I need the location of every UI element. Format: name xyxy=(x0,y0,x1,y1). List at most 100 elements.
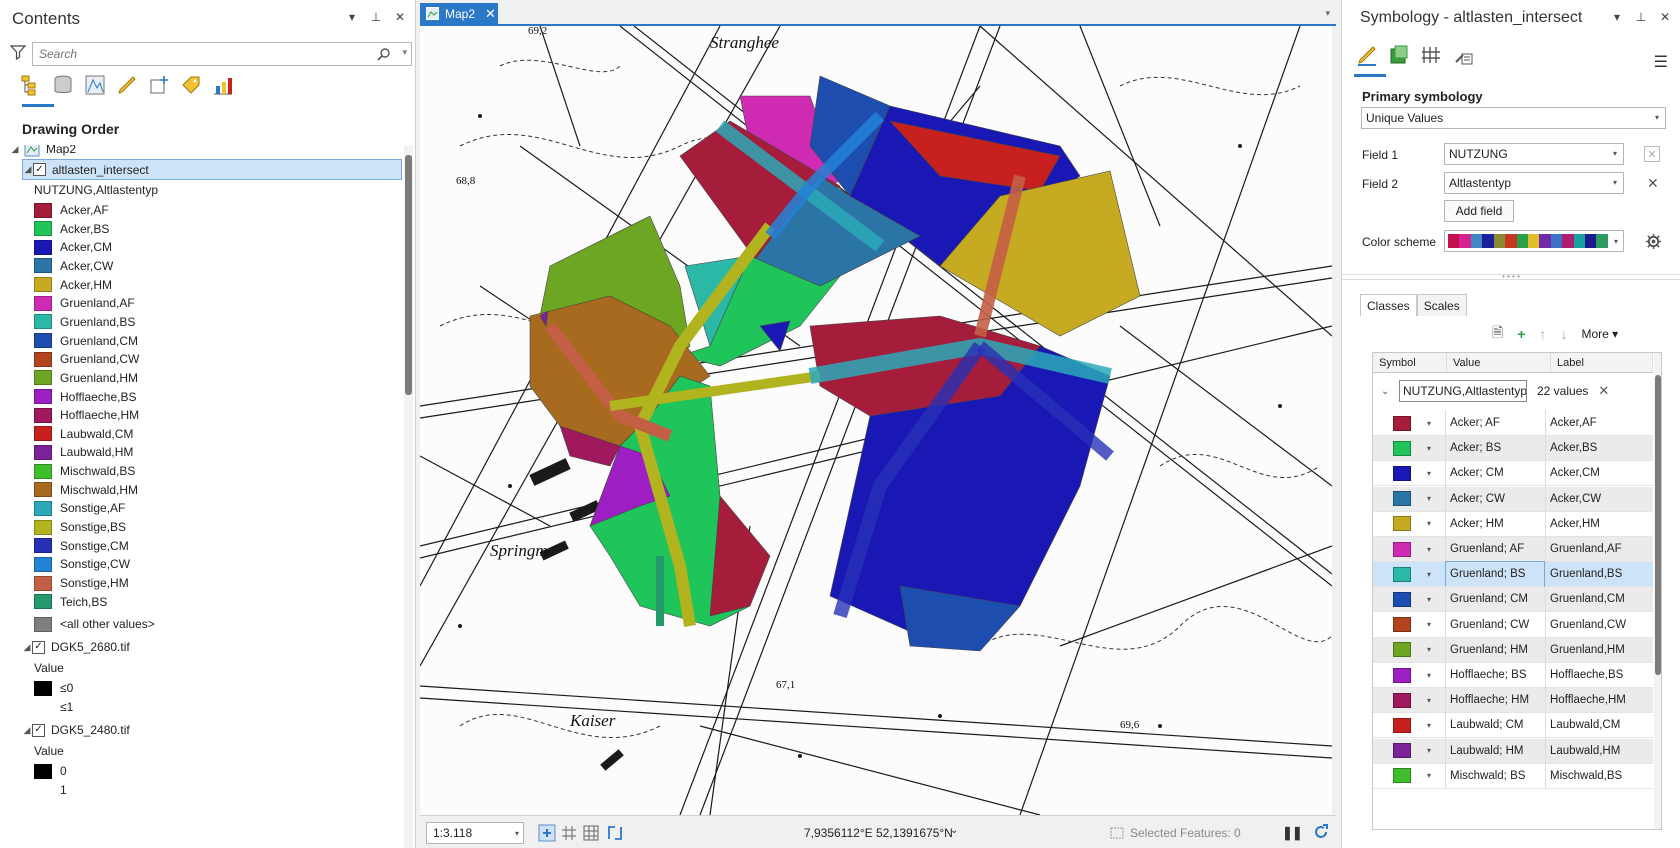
class-row[interactable]: ▾ Laubwald; CM Laubwald,CM xyxy=(1373,711,1653,739)
legend-item[interactable]: Acker,CW xyxy=(34,256,113,276)
class-label[interactable]: Laubwald,HM xyxy=(1545,737,1641,765)
legend-item[interactable]: Gruenland,BS xyxy=(34,312,135,332)
refresh-icon[interactable] xyxy=(1312,823,1330,841)
pane-options-icon[interactable]: ▾ xyxy=(1610,10,1624,24)
chevron-down-icon[interactable]: ▾ xyxy=(1427,671,1445,680)
collapse-icon[interactable]: ◢ xyxy=(10,145,20,155)
legend-swatch[interactable] xyxy=(34,258,52,274)
legend-swatch[interactable] xyxy=(34,616,52,632)
pane-options-icon[interactable]: ▾ xyxy=(345,10,359,24)
chevron-down-icon[interactable]: ▾ xyxy=(1427,469,1445,478)
legend-swatch[interactable] xyxy=(34,389,52,404)
chevron-down-icon[interactable]: ▾ xyxy=(1427,545,1445,554)
fixed-zoom-icon[interactable] xyxy=(538,824,556,842)
class-value[interactable]: Gruenland; BS xyxy=(1445,560,1545,588)
chevron-down-icon[interactable]: ▾ xyxy=(1427,595,1445,604)
list-by-labeling-icon[interactable] xyxy=(180,74,202,96)
legend-item[interactable]: Acker,HM xyxy=(34,275,112,295)
renderer-dropdown[interactable]: Unique Values ▾ xyxy=(1361,107,1666,129)
class-symbol-swatch[interactable] xyxy=(1393,692,1411,708)
map-canvas[interactable]: Stranghee Springm Kaiser 69,2 68,8 67,1 … xyxy=(420,26,1332,815)
legend-swatch[interactable] xyxy=(34,239,52,255)
more-menu-button[interactable]: More ▾ xyxy=(1581,327,1618,341)
chevron-down-icon[interactable]: ▾ xyxy=(1427,519,1445,528)
collapse-icon[interactable]: ◢ xyxy=(22,642,32,653)
field1-dropdown[interactable]: NUTZUNG ▾ xyxy=(1444,143,1624,165)
hamburger-menu-icon[interactable]: ☰ xyxy=(1654,52,1668,72)
tab-classes[interactable]: Classes xyxy=(1360,294,1417,316)
legend-swatch[interactable] xyxy=(34,333,52,349)
chevron-down-icon[interactable]: ▾ xyxy=(1427,645,1445,654)
chevron-down-icon[interactable]: ▾ xyxy=(1427,696,1445,705)
add-value-icon[interactable]: + xyxy=(1517,326,1525,342)
class-symbol-swatch[interactable] xyxy=(1393,541,1411,557)
class-row[interactable]: ▾ Acker; HM Acker,HM xyxy=(1373,510,1653,538)
class-row[interactable]: ▾ Gruenland; HM Gruenland,HM xyxy=(1373,636,1653,664)
legend-item[interactable]: ≤0 xyxy=(34,678,73,698)
tab-scales[interactable]: Scales xyxy=(1416,294,1467,316)
splitter-grip[interactable]: • • • • xyxy=(1342,273,1680,281)
chevron-down-icon[interactable]: ▾ xyxy=(1427,444,1445,453)
class-value[interactable]: Laubwald; HM xyxy=(1445,737,1545,765)
class-symbol-swatch[interactable] xyxy=(1393,717,1411,733)
class-row[interactable]: ▾ Gruenland; CW Gruenland,CW xyxy=(1373,611,1653,639)
class-label[interactable]: Acker,CW xyxy=(1545,485,1641,513)
class-symbol-swatch[interactable] xyxy=(1393,591,1411,607)
scrollbar-thumb[interactable] xyxy=(405,155,412,395)
class-label[interactable]: Mischwald,BS xyxy=(1545,762,1641,790)
class-label[interactable]: Gruenland,CM xyxy=(1545,585,1641,613)
column-label[interactable]: Label xyxy=(1551,353,1653,372)
class-value[interactable]: Hofflaeche; BS xyxy=(1445,661,1545,689)
symbology-settings-icon[interactable] xyxy=(1452,44,1474,66)
legend-swatch[interactable] xyxy=(34,575,52,591)
legend-swatch[interactable] xyxy=(34,463,52,479)
class-symbol-swatch[interactable] xyxy=(1393,516,1411,532)
legend-item[interactable]: ≤1 xyxy=(34,697,73,717)
class-row[interactable]: ▾ Gruenland; AF Gruenland,AF xyxy=(1373,535,1653,563)
class-row[interactable]: ▾ Mischwald; BS Mischwald,BS xyxy=(1373,762,1653,790)
secondary-symbology-icon[interactable] xyxy=(1388,44,1410,66)
search-options-icon[interactable]: ▾ xyxy=(402,47,407,58)
class-symbol-swatch[interactable] xyxy=(1393,465,1411,481)
legend-swatch[interactable] xyxy=(34,500,52,516)
class-label[interactable]: Gruenland,BS xyxy=(1545,560,1641,588)
legend-item[interactable]: Laubwald,CM xyxy=(34,424,133,444)
legend-item[interactable]: Gruenland,CW xyxy=(34,349,139,369)
list-by-data-source-icon[interactable] xyxy=(52,74,74,96)
class-value[interactable]: Gruenland; CM xyxy=(1445,585,1545,613)
legend-item[interactable]: Gruenland,AF xyxy=(34,293,135,313)
legend-item[interactable]: Gruenland,CM xyxy=(34,331,138,351)
legend-item[interactable]: Gruenland,HM xyxy=(34,368,138,388)
class-symbol-swatch[interactable] xyxy=(1393,743,1411,759)
class-value[interactable]: Gruenland; HM xyxy=(1445,636,1545,664)
legend-item[interactable]: Hofflaeche,HM xyxy=(34,405,139,425)
legend-item[interactable]: Acker,CM xyxy=(34,237,112,257)
remove-field1-icon[interactable]: ✕ xyxy=(1644,146,1660,162)
color-scheme-dropdown[interactable]: ▾ xyxy=(1444,230,1624,252)
class-label[interactable]: Hofflaeche,BS xyxy=(1545,661,1641,689)
chevron-down-icon[interactable]: ▾ xyxy=(1427,620,1445,629)
coordinate-grid-icon[interactable] xyxy=(560,824,578,842)
class-symbol-swatch[interactable] xyxy=(1393,566,1411,582)
filter-icon[interactable] xyxy=(10,44,26,60)
class-value[interactable]: Acker; AF xyxy=(1445,409,1545,437)
search-input[interactable] xyxy=(33,43,353,65)
class-symbol-swatch[interactable] xyxy=(1393,617,1411,633)
class-row[interactable]: ▾ Laubwald; HM Laubwald,HM xyxy=(1373,737,1653,765)
remove-group-icon[interactable]: ✕ xyxy=(1598,383,1609,399)
class-label[interactable]: Hofflaeche,HM xyxy=(1545,686,1641,714)
collapse-icon[interactable]: ◢ xyxy=(23,164,33,175)
list-by-charts-icon[interactable] xyxy=(212,74,234,96)
chevron-down-icon[interactable]: ▾ xyxy=(1427,419,1445,428)
class-symbol-swatch[interactable] xyxy=(1393,440,1411,456)
layer-node-dgk5-2480[interactable]: ◢ ✓ DGK5_2480.tif xyxy=(22,720,130,740)
class-value[interactable]: Gruenland; CW xyxy=(1445,611,1545,639)
class-label[interactable]: Acker,CM xyxy=(1545,459,1641,487)
search-icon[interactable] xyxy=(377,47,391,61)
scale-selector[interactable]: 1:3.118 ▾ xyxy=(426,822,524,844)
close-icon[interactable]: ✕ xyxy=(1658,10,1672,24)
class-value[interactable]: Gruenland; AF xyxy=(1445,535,1545,563)
close-tab-icon[interactable]: ✕ xyxy=(485,6,496,22)
collapse-group-icon[interactable]: ⌄ xyxy=(1381,386,1389,397)
legend-swatch[interactable] xyxy=(34,519,52,535)
